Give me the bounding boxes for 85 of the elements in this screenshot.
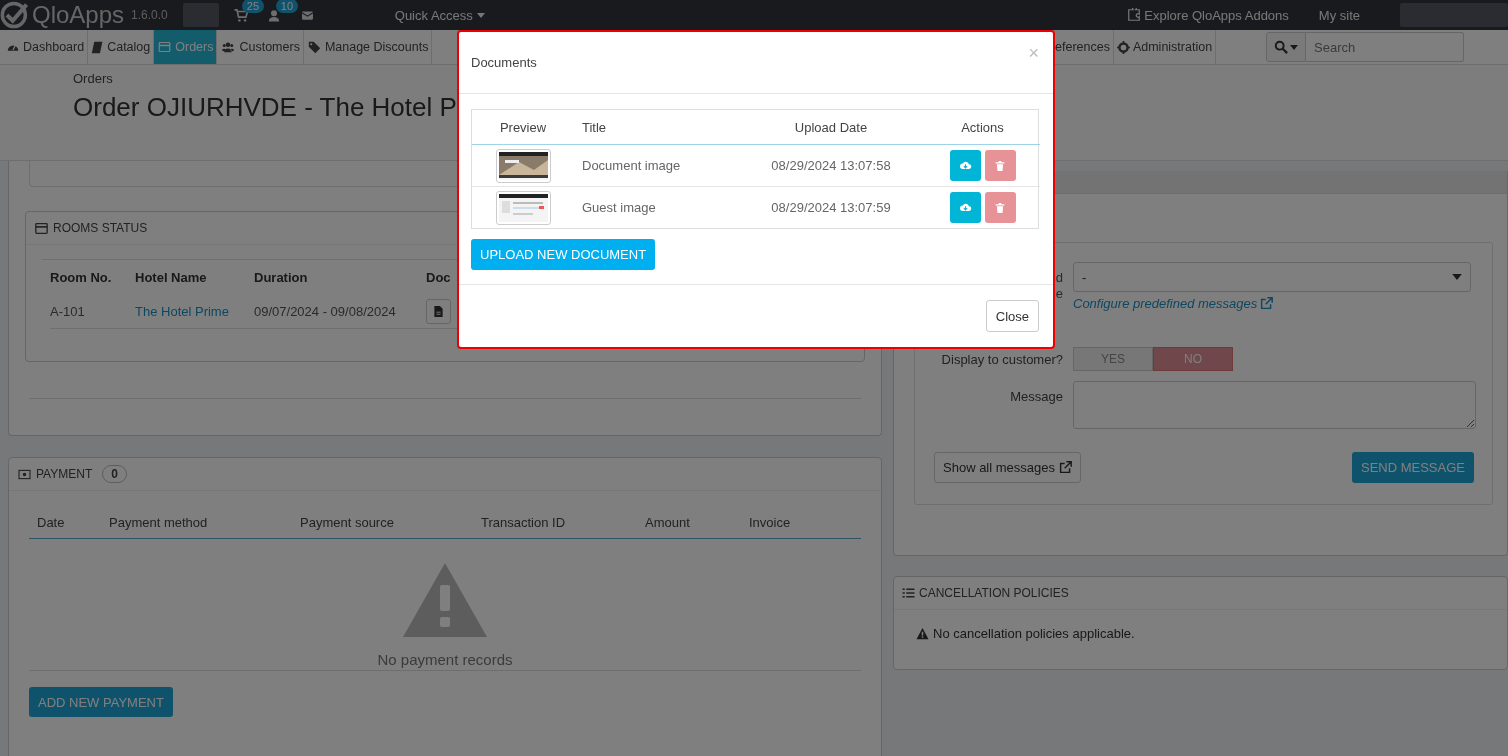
trash-icon <box>995 201 1005 214</box>
caret-icon <box>1452 274 1462 280</box>
hotel-link[interactable]: The Hotel Prime <box>135 304 229 319</box>
column-header: Doc <box>426 270 451 285</box>
column-header: Duration <box>254 270 308 285</box>
message-field[interactable] <box>1073 381 1476 429</box>
search-field[interactable]: Search <box>1306 32 1465 62</box>
column-header: Upload Date <box>794 119 868 135</box>
explore-addons-link[interactable]: Explore QloApps Addons <box>1127 7 1289 23</box>
empty-message: No payment records <box>377 651 513 668</box>
table-cell: 08/29/2024 13:07:58 <box>771 158 891 173</box>
table-cell: 09/07/2024 - 09/08/2024 <box>254 304 396 319</box>
gear-icon <box>1116 40 1130 54</box>
users-icon <box>220 41 237 53</box>
tag-icon <box>306 40 322 54</box>
table-cell: 08/29/2024 13:07:59 <box>771 200 891 215</box>
documents-button[interactable] <box>426 299 451 324</box>
column-header: Invoice <box>749 515 791 530</box>
mail-icon <box>299 9 315 21</box>
field-label: e <box>1055 286 1063 302</box>
book-icon <box>91 40 105 54</box>
table-cell: Document image <box>582 158 681 173</box>
column-header: Actions <box>961 119 1004 135</box>
delete-button[interactable] <box>984 150 1016 181</box>
count-badge: 25 <box>241 0 264 13</box>
search-button[interactable] <box>1266 32 1307 62</box>
quick-access-menu[interactable]: Quick Access <box>394 7 485 23</box>
panel-title: CANCELLATION POLICIES <box>919 586 1069 600</box>
column-header: Title <box>582 119 607 135</box>
warning-icon <box>916 627 929 640</box>
table-cell: A-101 <box>50 304 85 319</box>
warning-icon <box>402 561 488 639</box>
caret-icon <box>476 12 485 18</box>
table-cell: Guest image <box>582 200 656 215</box>
cart-icon <box>233 8 248 22</box>
nav-tab[interactable]: Customers <box>217 30 304 64</box>
column-header: Preview <box>499 119 547 135</box>
column-header: Date <box>37 515 65 530</box>
delete-button[interactable] <box>984 192 1016 223</box>
my-site-link[interactable]: My site <box>1318 7 1360 23</box>
column-header: Room No. <box>50 270 112 285</box>
send-message-button[interactable]: SEND MESSAGE <box>1351 452 1474 483</box>
trash-icon <box>995 159 1005 172</box>
download-button[interactable] <box>949 192 981 223</box>
field-label: d <box>1055 270 1063 286</box>
puzzle-icon <box>1127 8 1142 22</box>
check-circle-icon <box>0 1 30 29</box>
field-label: Display to customer? <box>940 351 1063 367</box>
cloud-download-icon <box>958 160 972 171</box>
version-label: 1.6.0.0 <box>131 8 168 22</box>
info-note: No cancellation policies applicable. <box>933 626 1135 641</box>
dialog-title: Documents <box>471 55 537 70</box>
nav-tab[interactable]: Administration <box>1113 30 1217 64</box>
page-title: Order OJIURHVDE - The Hotel P <box>73 92 457 122</box>
caret-icon <box>1290 44 1299 50</box>
nav-tab[interactable]: Dashboard <box>3 30 89 64</box>
nav-tab[interactable]: Manage Discounts <box>303 30 433 64</box>
breadcrumb[interactable]: Orders <box>73 71 113 86</box>
user-icon <box>267 8 280 22</box>
money-icon <box>17 468 32 480</box>
cloud-download-icon <box>958 202 972 213</box>
panel-title: ROOMS STATUS <box>53 221 148 235</box>
download-button[interactable] <box>949 150 981 181</box>
card-icon <box>34 221 49 235</box>
column-header: Payment source <box>300 515 394 530</box>
search-icon <box>1274 40 1289 54</box>
show-all-messages-button[interactable]: Show all messages <box>934 452 1081 483</box>
logo-text: QloApps <box>32 1 125 29</box>
field-label: Message <box>1009 388 1063 406</box>
file-icon <box>433 305 444 318</box>
column-header: Payment method <box>109 515 208 530</box>
predefined-message-select[interactable]: - <box>1073 262 1471 292</box>
card-icon <box>157 41 173 53</box>
column-header: Amount <box>645 515 690 530</box>
column-header: Hotel Name <box>135 270 207 285</box>
configure-messages-link[interactable]: Configure predefined messages <box>1073 296 1492 311</box>
column-header: Transaction ID <box>481 515 566 530</box>
panel-title: PAYMENT <box>36 467 93 481</box>
upload-document-button[interactable]: UPLOAD NEW DOCUMENT <box>471 239 656 270</box>
list-icon <box>902 587 915 599</box>
external-link-icon <box>1059 461 1072 474</box>
close-dialog-button[interactable]: Close <box>985 300 1039 332</box>
add-payment-button[interactable]: ADD NEW PAYMENT <box>29 687 173 717</box>
external-link-icon <box>1260 297 1274 310</box>
count-badge: 10 <box>275 0 298 13</box>
